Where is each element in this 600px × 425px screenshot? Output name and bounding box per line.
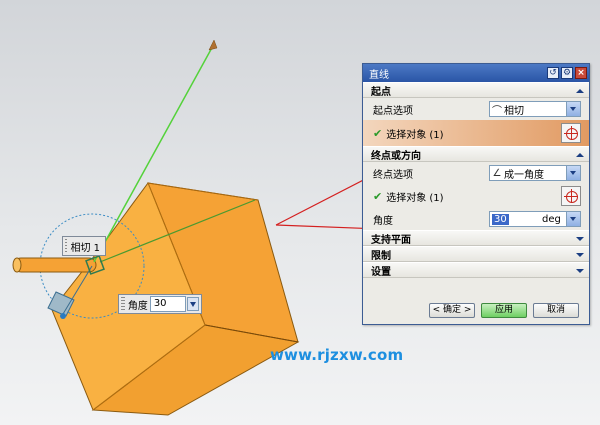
expand-icon[interactable] xyxy=(575,266,585,276)
crosshair-icon[interactable] xyxy=(561,186,581,206)
drag-grip-icon[interactable] xyxy=(65,239,68,253)
angle-input[interactable]: 30 deg xyxy=(489,211,581,227)
end-option-label: 终点选项 xyxy=(373,169,413,181)
crosshair-icon[interactable] xyxy=(561,123,581,143)
button-bar: < 确定 > 应用 取消 xyxy=(363,300,589,322)
drag-grip-icon[interactable] xyxy=(121,297,125,311)
tangent-tag[interactable]: 相切 1 xyxy=(62,236,106,256)
end-select-label: 选择对象 (1) xyxy=(386,192,444,204)
start-option-select[interactable]: ⌒ 相切 xyxy=(489,101,581,117)
section-support-plane-header[interactable]: 支持平面 xyxy=(363,230,589,246)
end-option-row: 终点选项 ∠ 成一角度 xyxy=(363,162,589,184)
start-option-row: 起点选项 ⌒ 相切 xyxy=(363,98,589,120)
end-option-select[interactable]: ∠ 成一角度 xyxy=(489,165,581,181)
angle-row: 角度 30 deg xyxy=(363,208,589,230)
start-option-value: 相切 xyxy=(504,105,524,117)
section-limits-title: 限制 xyxy=(371,250,391,262)
end-select-row[interactable]: ✔ 选择对象 (1) xyxy=(363,184,589,208)
section-support-plane-title: 支持平面 xyxy=(371,234,411,246)
line-end-arrow xyxy=(208,39,218,51)
angle-tag-dropdown[interactable] xyxy=(187,297,199,311)
section-end-header[interactable]: 终点或方向 xyxy=(363,146,589,162)
apply-button[interactable]: 应用 xyxy=(481,303,527,318)
cylinder xyxy=(13,257,97,273)
angle-value[interactable]: 30 xyxy=(492,213,509,225)
start-select-row[interactable]: ✔ 选择对象 (1) xyxy=(363,120,589,146)
tangent-tag-label: 相切 1 xyxy=(70,242,100,254)
collapse-icon[interactable] xyxy=(575,150,585,160)
section-limits-header[interactable]: 限制 xyxy=(363,246,589,262)
section-settings-header[interactable]: 设置 xyxy=(363,262,589,278)
angle-tag[interactable]: 角度 30 xyxy=(118,294,202,314)
section-start-header[interactable]: 起点 xyxy=(363,82,589,98)
dialog-titlebar[interactable]: 直线 ↺ ⚙ × xyxy=(363,64,589,82)
cancel-button[interactable]: 取消 xyxy=(533,303,579,318)
section-settings-title: 设置 xyxy=(371,266,391,278)
check-icon: ✔ xyxy=(373,189,383,203)
section-start-title: 起点 xyxy=(371,86,391,98)
line-dialog[interactable]: 直线 ↺ ⚙ × 起点 起点选项 ⌒ 相切 ✔ 选择对象 (1) 终点或方向 终… xyxy=(362,63,590,325)
start-select-label: 选择对象 (1) xyxy=(386,129,444,141)
check-icon: ✔ xyxy=(373,126,383,140)
chevron-down-icon[interactable] xyxy=(566,102,580,116)
ok-button[interactable]: < 确定 > xyxy=(429,303,475,318)
reset-icon[interactable]: ↺ xyxy=(547,67,559,79)
collapse-icon[interactable] xyxy=(575,86,585,96)
chevron-down-icon[interactable] xyxy=(566,166,580,180)
watermark-text: www.rjzxw.com xyxy=(270,346,404,364)
angle-handle-knob xyxy=(60,313,66,319)
angle-tag-label: 角度 xyxy=(127,300,148,312)
settings-icon[interactable]: ⚙ xyxy=(561,67,573,79)
chevron-down-icon[interactable] xyxy=(566,212,580,226)
dialog-title: 直线 xyxy=(369,69,389,81)
angle-label: 角度 xyxy=(373,215,393,227)
expand-icon[interactable] xyxy=(575,250,585,260)
angle-icon: ∠ xyxy=(492,167,502,179)
section-end-title: 终点或方向 xyxy=(371,150,421,162)
tangent-icon: ⌒ xyxy=(492,105,502,117)
close-icon[interactable]: × xyxy=(575,67,587,79)
angle-unit: deg xyxy=(542,213,561,225)
end-option-value: 成一角度 xyxy=(504,169,544,181)
start-option-label: 起点选项 xyxy=(373,105,413,117)
angle-tag-input[interactable]: 30 xyxy=(149,296,187,312)
expand-icon[interactable] xyxy=(575,234,585,244)
